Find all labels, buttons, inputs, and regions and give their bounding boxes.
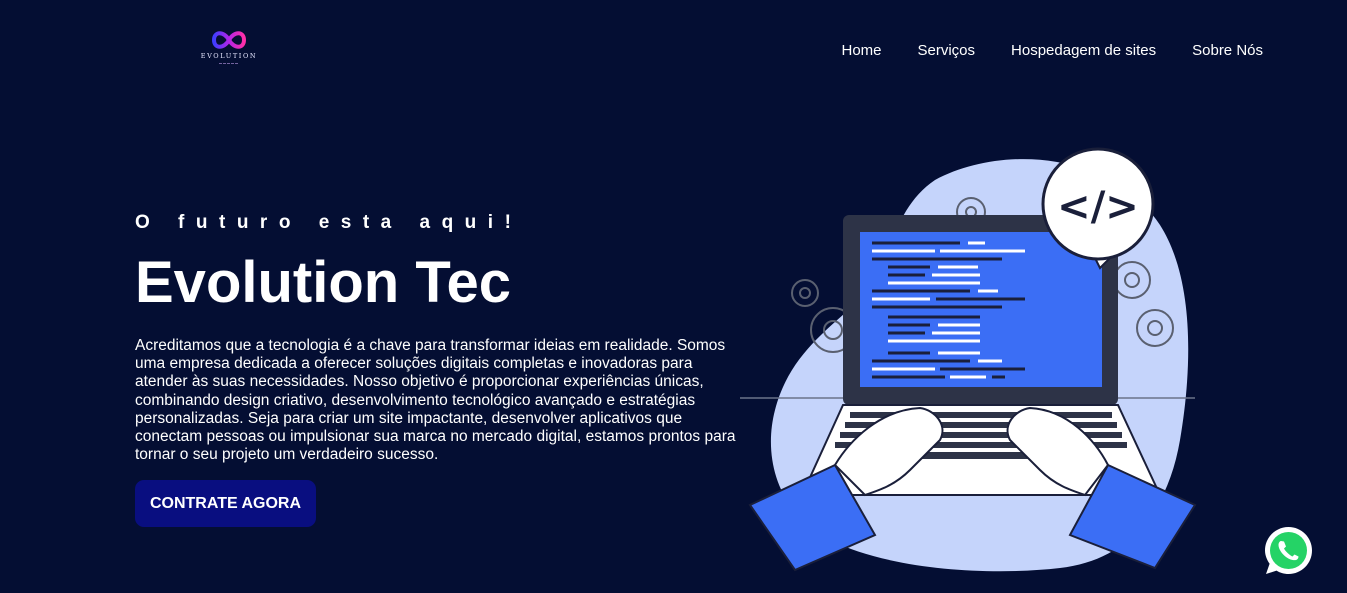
infinity-logo-icon <box>211 31 247 49</box>
whatsapp-icon <box>1265 527 1312 574</box>
logo-subline: ▬▬▬▬▬ <box>219 61 239 65</box>
whatsapp-button[interactable] <box>1263 525 1314 576</box>
nav-sobre-nos[interactable]: Sobre Nós <box>1192 42 1263 59</box>
logo[interactable]: EVOLUTION ▬▬▬▬▬ <box>196 28 262 68</box>
code-screen <box>860 232 1102 387</box>
hero-title: Evolution Tec <box>135 250 511 315</box>
nav-home[interactable]: Home <box>841 42 881 59</box>
hero-tagline: O futuro esta aqui! <box>135 212 523 233</box>
logo-text: EVOLUTION <box>200 52 258 60</box>
hero-description: Acreditamos que a tecnologia é a chave p… <box>135 337 736 464</box>
nav-hospedagem[interactable]: Hospedagem de sites <box>1011 42 1156 59</box>
main-nav: Home Serviços Hospedagem de sites Sobre … <box>841 42 1263 59</box>
contract-now-button[interactable]: CONTRATE AGORA <box>135 480 316 527</box>
nav-servicos[interactable]: Serviços <box>918 42 976 59</box>
laptop-coding-illustration: </> <box>740 140 1210 580</box>
code-icon: </> <box>1057 184 1139 230</box>
